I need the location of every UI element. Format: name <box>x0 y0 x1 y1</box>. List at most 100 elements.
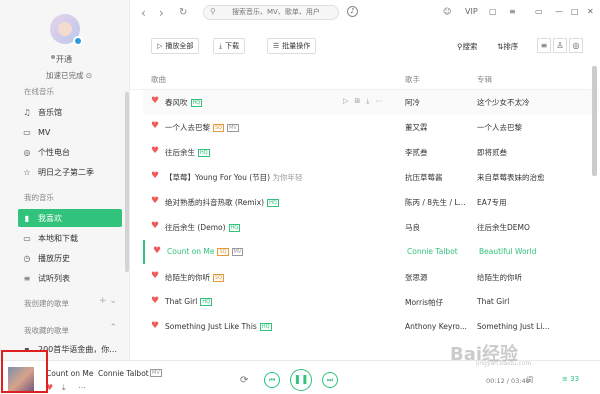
like-heart-icon[interactable]: ♥ <box>151 96 159 106</box>
refresh-icon[interactable]: ↻ <box>179 7 187 18</box>
sidebar-item-trial-list[interactable]: ≡ 试听列表 <box>18 269 122 287</box>
sidebar-item-radio[interactable]: ◎ 个性电台 <box>18 143 122 161</box>
track-album[interactable]: EA7专用 <box>477 197 507 208</box>
track-album[interactable]: 即将贰叁 <box>477 147 507 158</box>
lyrics-button[interactable]: 词 <box>526 375 533 385</box>
now-playing-title[interactable]: Count on Me <box>46 369 93 378</box>
table-row[interactable]: ♥ Count on Me SQ MV Connie Talbot Beautiful W… <box>143 240 599 264</box>
sidebar-item-local-download[interactable]: ▭ 本地和下载 <box>18 229 122 247</box>
listen-identify-icon[interactable]: ♪ <box>347 6 358 17</box>
vip-open-link[interactable]: 开通 <box>56 54 72 65</box>
message-icon[interactable]: ▢ <box>489 7 497 16</box>
column-song[interactable]: 歌曲 <box>151 74 166 85</box>
track-artist[interactable]: 董又霖 <box>405 122 428 133</box>
table-row[interactable]: ♥ 往后余生 (Demo) HQ 马良 往后余生DEMO <box>143 215 599 239</box>
minimize-icon[interactable]: — <box>555 7 563 16</box>
track-title[interactable]: 绝对熟悉的抖音热歌 (Remix) HQ <box>165 197 279 208</box>
table-row[interactable]: ♥ 【草莓】Young For You (节目) 为你年轻 抗压草莓酱 来自草莓表妹的… <box>143 165 599 189</box>
track-artist[interactable]: 李贰叁 <box>405 147 428 158</box>
track-artist[interactable]: Morris帕仔 <box>405 297 443 308</box>
column-album[interactable]: 专辑 <box>477 74 492 85</box>
track-artist[interactable]: 抗压草莓酱 <box>405 172 443 183</box>
track-artist[interactable]: 陈丙 / 8先生 / L... <box>405 197 466 208</box>
table-row[interactable]: ♥ 给陌生的你听 SQ 张思源 给陌生的你听 <box>143 265 599 289</box>
previous-button[interactable]: ⏮ <box>264 372 280 388</box>
track-title[interactable]: 【草莓】Young For You (节目) 为你年轻 <box>165 172 302 183</box>
like-heart-icon[interactable]: ♥ <box>151 271 159 281</box>
table-row[interactable]: ♥ 春风吹 HQ ▷ ⊞ ⤓ ⋯ 阿冷 这个少女不太冷 <box>143 90 599 114</box>
download-icon[interactable]: ⤓ <box>62 383 66 393</box>
sidebar-item-music-hall[interactable]: ♫ 音乐馆 <box>18 103 122 121</box>
track-album[interactable]: 一个人去巴黎 <box>477 122 522 133</box>
track-artist[interactable]: Anthony Keyro... <box>405 322 467 331</box>
track-title[interactable]: 给陌生的你听 SQ <box>165 272 225 283</box>
pause-button[interactable]: ❚❚ <box>290 369 312 391</box>
album-view-icon[interactable]: ◎ <box>569 38 583 53</box>
like-heart-icon[interactable]: ♥ <box>151 296 159 306</box>
play-all-button[interactable]: ▷ 播放全部 <box>151 38 200 54</box>
list-view-icon[interactable]: ≡ <box>537 38 551 53</box>
maximize-icon[interactable]: □ <box>571 7 579 16</box>
track-artist[interactable]: Connie Talbot <box>407 247 458 256</box>
table-row[interactable]: ♥ 一个人去巴黎 SQ MV 董又霖 一个人去巴黎 <box>143 115 599 139</box>
more-icon[interactable]: ⋯ <box>375 97 382 105</box>
track-title[interactable]: 春风吹 HQ <box>165 97 203 108</box>
table-row[interactable]: ♥ That Girl HQ Morris帕仔 That Girl <box>143 290 599 314</box>
table-row[interactable]: ♥ 绝对熟悉的抖音热歌 (Remix) HQ 陈丙 / 8先生 / L... EA7专用 <box>143 190 599 214</box>
track-album[interactable]: Something Just Li... <box>477 322 550 331</box>
track-album[interactable]: 这个少女不太冷 <box>477 97 530 108</box>
add-icon[interactable]: ⊞ <box>354 97 360 105</box>
batch-operation-button[interactable]: ☰ 批量操作 <box>267 38 317 54</box>
like-heart-icon[interactable]: ♥ <box>153 246 161 256</box>
like-heart-icon[interactable]: ♥ <box>151 146 159 156</box>
table-row[interactable]: ♥ 往后余生 HQ 李贰叁 即将贰叁 <box>143 140 599 164</box>
like-heart-icon[interactable]: ♥ <box>151 196 159 206</box>
like-heart-icon[interactable]: ♥ <box>151 321 159 331</box>
track-title[interactable]: 一个人去巴黎 SQ MV <box>165 122 239 133</box>
column-artist[interactable]: 歌手 <box>405 74 420 85</box>
list-search-button[interactable]: ⚲搜索 <box>457 41 478 52</box>
play-icon[interactable]: ▷ <box>343 97 348 105</box>
search-box[interactable]: ⚲ <box>203 5 339 20</box>
back-arrow-icon[interactable]: ‹ <box>141 6 146 20</box>
track-album[interactable]: 往后余生DEMO <box>477 222 530 233</box>
mv-badge[interactable]: MV <box>150 369 162 377</box>
like-heart-icon[interactable]: ♥ <box>151 221 159 231</box>
search-input[interactable] <box>232 8 332 16</box>
collapse-icon[interactable]: ⌃ <box>109 323 117 333</box>
track-artist[interactable]: 阿冷 <box>405 97 420 108</box>
play-queue-button[interactable]: ≡ 33 <box>562 375 579 383</box>
accel-status[interactable]: 加速已完成 ⊙ <box>46 70 92 81</box>
sidebar-scrollbar[interactable] <box>125 92 129 272</box>
artist-view-icon[interactable]: ♙ <box>553 38 567 53</box>
sidebar-item-favorites[interactable]: ▮ 我喜欢 <box>18 209 122 227</box>
now-playing-artist[interactable]: Connie Talbot <box>98 369 149 378</box>
track-title[interactable]: Something Just Like This HQ <box>165 322 272 331</box>
sidebar-item-tomorrow-star[interactable]: ☆ 明日之子第二季 <box>18 163 122 181</box>
more-icon[interactable]: ⋯ <box>78 383 86 392</box>
download-button[interactable]: ⤓ 下载 <box>213 38 246 54</box>
track-list-scrollbar[interactable] <box>592 66 597 176</box>
loop-mode-icon[interactable]: ⟳ <box>240 375 248 386</box>
like-heart-icon[interactable]: ♥ <box>151 171 159 181</box>
add-playlist-button[interactable]: + ⌄ <box>99 296 117 306</box>
track-album[interactable]: That Girl <box>477 297 509 306</box>
track-album[interactable]: 来自草莓表妹的治愈 <box>477 172 545 183</box>
vip-link[interactable]: VIP <box>465 7 478 16</box>
sidebar-item-mv[interactable]: ▭ MV <box>18 123 122 141</box>
like-heart-icon[interactable]: ♥ <box>151 121 159 131</box>
table-row[interactable]: ♥ Something Just Like This HQ Anthony Keyro… <box>143 315 599 339</box>
track-title[interactable]: Count on Me SQ MV <box>167 247 244 256</box>
forward-arrow-icon[interactable]: › <box>159 6 164 20</box>
menu-icon[interactable]: ≡ <box>509 7 516 16</box>
track-album[interactable]: Beautiful World <box>479 247 537 256</box>
track-title[interactable]: 往后余生 (Demo) HQ <box>165 222 241 233</box>
close-icon[interactable]: ✕ <box>587 7 594 16</box>
track-artist[interactable]: 马良 <box>405 222 420 233</box>
sort-button[interactable]: ⇅排序 <box>497 41 518 52</box>
track-album[interactable]: 给陌生的你听 <box>477 272 522 283</box>
sidebar-item-history[interactable]: ◷ 播放历史 <box>18 249 122 267</box>
next-button[interactable]: ⏭ <box>322 372 338 388</box>
track-artist[interactable]: 张思源 <box>405 272 428 283</box>
download-icon[interactable]: ⤓ <box>366 97 369 105</box>
